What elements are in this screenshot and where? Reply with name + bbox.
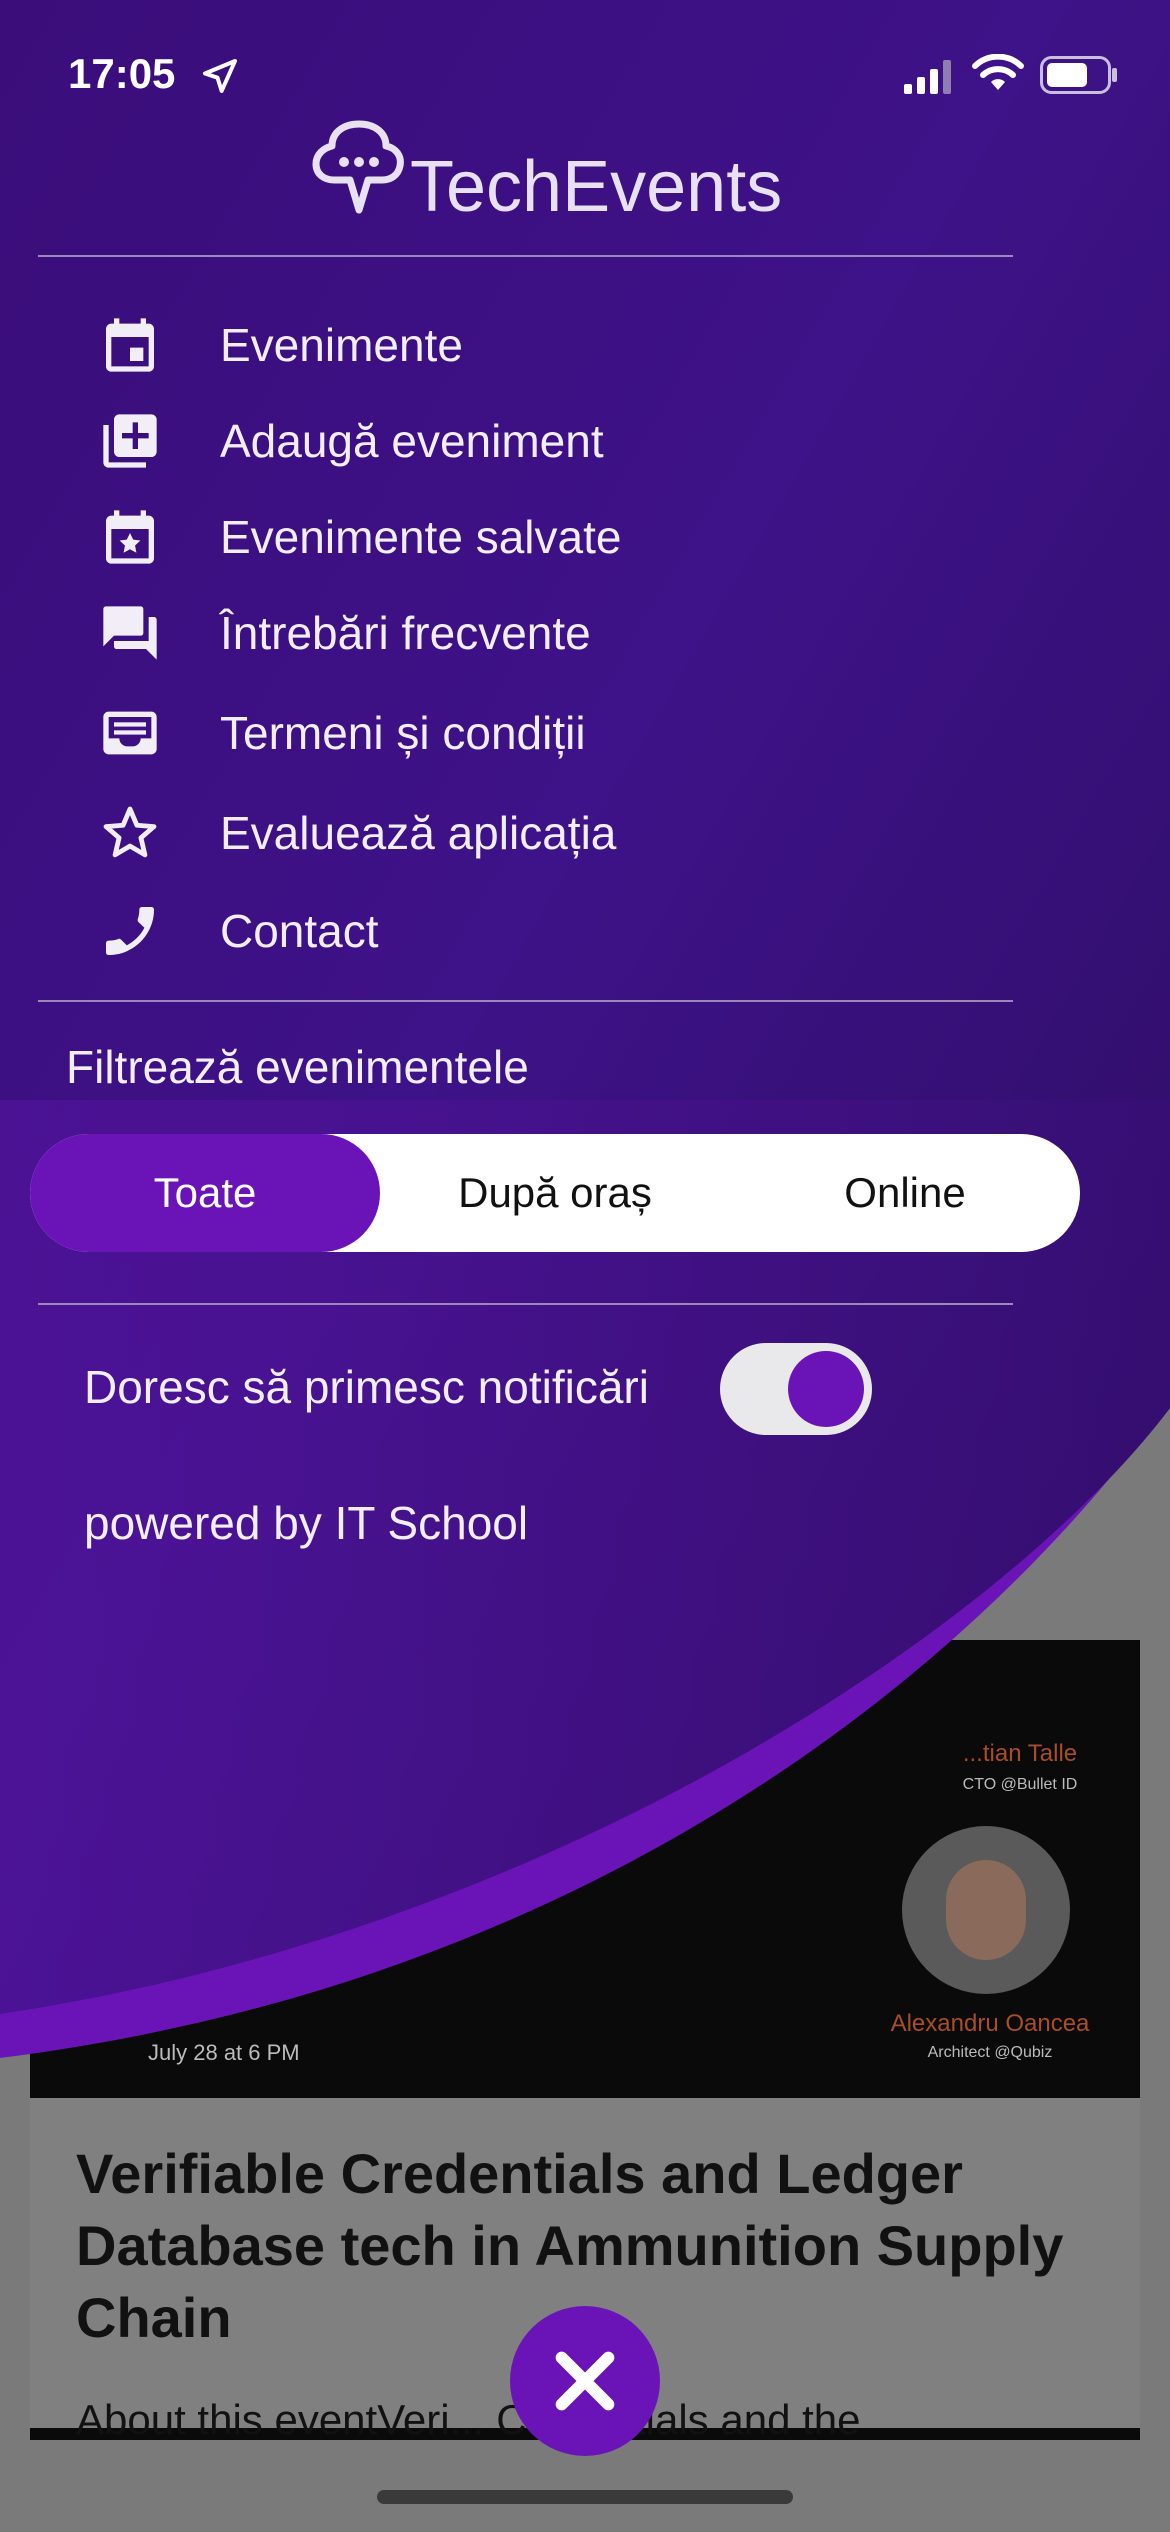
powered-by-text: powered by IT School [84, 1497, 529, 1549]
notifications-label: Doresc să primesc notificări [84, 1361, 649, 1413]
menu-item-contact[interactable]: Contact [70, 896, 770, 966]
add-box-icon [70, 406, 190, 476]
filter-option-toate[interactable]: Toate [30, 1134, 380, 1252]
home-indicator[interactable] [377, 2490, 793, 2504]
location-arrow-icon [203, 59, 237, 93]
menu-item-label: Termeni și condiții [220, 707, 586, 759]
status-time: 17:05 [68, 50, 176, 97]
filter-option-online[interactable]: Online [730, 1134, 1080, 1252]
calendar-star-icon [70, 502, 190, 572]
phone-icon [70, 896, 190, 966]
notifications-toggle[interactable] [720, 1343, 872, 1435]
toggle-knob [788, 1351, 864, 1427]
filter-segmented-control: Toate După oraș Online [30, 1134, 1080, 1252]
battery-icon [1040, 56, 1117, 94]
menu-item-adauga-eveniment[interactable]: Adaugă eveniment [70, 406, 770, 476]
menu-item-evenimente-salvate[interactable]: Evenimente salvate [70, 502, 770, 572]
forum-icon [70, 598, 190, 668]
menu-item-label: Adaugă eveniment [220, 415, 604, 467]
divider-top [38, 255, 1013, 257]
techevents-logo-icon [312, 120, 404, 214]
filter-title: Filtrează evenimentele [66, 1041, 529, 1093]
calendar-icon [70, 310, 190, 380]
close-icon [555, 2351, 615, 2411]
menu-item-label: Contact [220, 905, 379, 957]
menu-item-intrebari-frecvente[interactable]: Întrebări frecvente [70, 598, 770, 668]
menu-item-termeni-si-conditii[interactable]: Termeni și condiții [70, 698, 770, 768]
app-title: TechEvents [410, 147, 783, 227]
menu-item-label: Evenimente salvate [220, 511, 622, 563]
inbox-icon [70, 698, 190, 768]
menu-item-label: Evaluează aplicația [220, 807, 617, 859]
menu-item-label: Evenimente [220, 319, 463, 371]
menu-item-evenimente[interactable]: Evenimente [70, 310, 770, 380]
close-menu-button[interactable] [510, 2306, 660, 2456]
menu-item-evalueaza-aplicatia[interactable]: Evaluează aplicația [70, 798, 770, 868]
divider-bottom [38, 1303, 1013, 1305]
star-outline-icon [70, 798, 190, 868]
cellular-signal-icon [904, 60, 951, 94]
divider-middle [38, 1000, 1013, 1002]
menu-item-label: Întrebări frecvente [220, 607, 591, 659]
filter-option-dupa-oras[interactable]: După oraș [380, 1134, 730, 1252]
wifi-icon [972, 54, 1024, 90]
